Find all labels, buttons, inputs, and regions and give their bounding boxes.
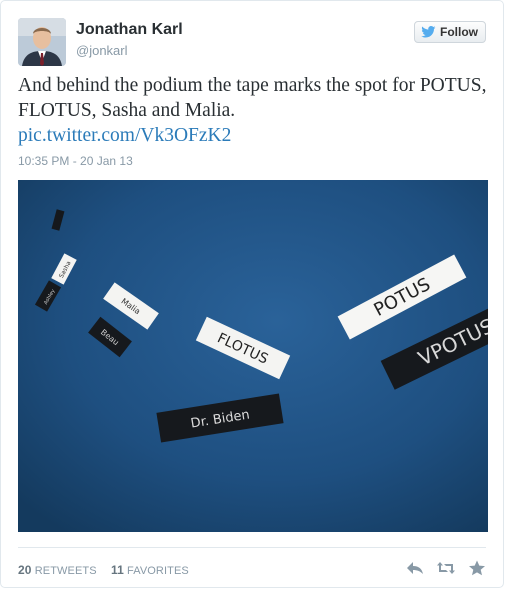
retweets-count[interactable]: 20 [18,563,32,577]
twitter-bird-icon [421,26,436,38]
tweet-photo-link[interactable]: pic.twitter.com/Vk3OFzK2 [18,123,231,148]
avatar-photo [18,18,66,66]
retweet-icon[interactable] [437,560,455,576]
retweets-label[interactable]: RETWEETS [35,565,97,577]
stats-divider [18,547,486,548]
tweet-timestamp[interactable]: 10:35 PM - 20 Jan 13 [18,154,133,168]
tweet-text: And behind the podium the tape marks the… [18,75,487,121]
favorites-label[interactable]: FAVORITES [127,565,189,577]
follow-button[interactable]: Follow [414,21,486,43]
follow-label: Follow [440,25,478,39]
favorites-count[interactable]: 11 [111,563,124,577]
carpet-photo: Sasha Ashley Malia Beau FLOTUS POTUS VPO… [18,180,488,532]
reply-icon[interactable] [406,560,424,576]
favorite-icon[interactable] [468,560,486,576]
author-name[interactable]: Jonathan Karl [76,21,183,39]
tweet-card: Jonathan Karl @jonkarl Follow And behind… [0,0,504,588]
author-avatar[interactable] [18,18,66,66]
author-handle[interactable]: @jonkarl [76,43,128,58]
tweet-stats: 20 RETWEETS 11 FAVORITES [18,563,189,577]
tweet-photo[interactable]: Sasha Ashley Malia Beau FLOTUS POTUS VPO… [18,180,488,532]
tweet-actions [406,560,486,576]
